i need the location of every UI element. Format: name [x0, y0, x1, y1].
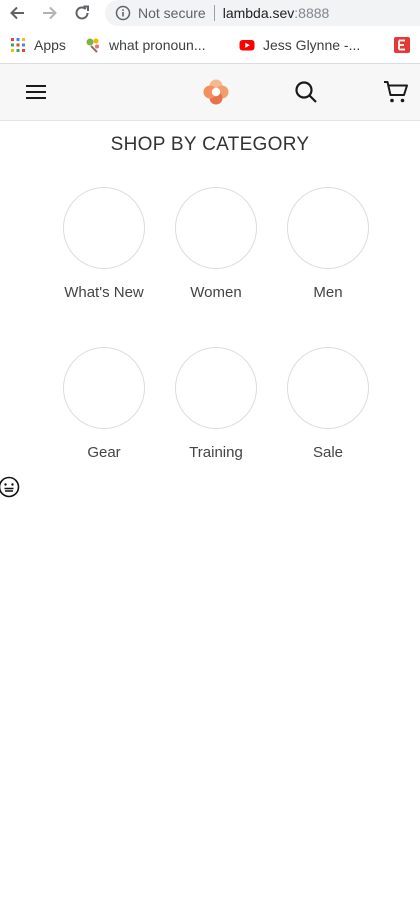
category-women[interactable]: Women: [160, 187, 272, 301]
category-image: [63, 347, 145, 429]
category-image: [175, 347, 257, 429]
category-image: [63, 187, 145, 269]
cart-icon: [384, 81, 408, 103]
back-arrow-icon: [10, 6, 24, 20]
category-image: [287, 187, 369, 269]
category-image: [175, 187, 257, 269]
category-gear[interactable]: Gear: [48, 347, 160, 461]
bookmark-jess-glynne[interactable]: Jess Glynne -...: [239, 35, 360, 55]
brand-logo[interactable]: [198, 76, 234, 108]
forward-arrow-icon: [43, 6, 57, 20]
category-label: Training: [189, 444, 243, 461]
reload-button[interactable]: [71, 2, 93, 24]
red-e-icon: [394, 37, 410, 53]
bookmark-label: Apps: [34, 37, 66, 53]
back-button[interactable]: [6, 2, 28, 24]
url-host-text: lambda.sev: [222, 5, 295, 21]
menu-button[interactable]: [20, 78, 52, 106]
category-label: Sale: [312, 444, 344, 461]
browser-chrome: Not secure lambda.sev:8888 Apps what pr…: [0, 0, 420, 64]
youtube-icon: [239, 37, 255, 53]
info-icon: [115, 5, 131, 21]
bookmark-label: Jess Glynne -...: [263, 37, 361, 53]
wand-icon: [85, 37, 101, 53]
security-status-text: Not secure: [138, 5, 206, 21]
smiley-face-icon: [0, 476, 20, 498]
category-label: Gear: [87, 444, 121, 461]
bookmarks-bar: Apps what pronoun... Jess Glynne -...: [0, 26, 420, 64]
cart-button[interactable]: [380, 77, 412, 107]
apps-grid-icon: [10, 37, 26, 53]
brand-logo-icon: [203, 79, 229, 105]
forward-button[interactable]: [39, 2, 61, 24]
category-label: Women: [190, 284, 242, 301]
address-bar[interactable]: Not secure lambda.sev:8888: [105, 0, 420, 26]
category-sale[interactable]: Sale: [272, 347, 384, 461]
bookmark-what-pronoun[interactable]: what pronoun...: [85, 35, 206, 55]
feedback-button[interactable]: [0, 476, 20, 498]
category-men[interactable]: Men: [272, 187, 384, 301]
category-label: What's New: [64, 284, 144, 301]
reload-icon: [75, 5, 89, 20]
address-divider: [213, 5, 215, 21]
site-header: [0, 64, 420, 121]
search-icon: [295, 81, 317, 103]
category-training[interactable]: Training: [160, 347, 272, 461]
url-port-text: :8888: [294, 5, 330, 21]
category-image: [287, 347, 369, 429]
category-whats-new[interactable]: What's New: [48, 187, 160, 301]
bookmark-red-e[interactable]: [394, 35, 418, 55]
category-label: Men: [313, 284, 343, 301]
hamburger-icon: [26, 85, 46, 99]
bookmark-label: what pronoun...: [109, 37, 206, 53]
section-heading: SHOP BY CATEGORY: [110, 134, 310, 155]
search-button[interactable]: [290, 77, 322, 107]
bookmark-apps[interactable]: Apps: [10, 35, 66, 55]
browser-toolbar: Not secure lambda.sev:8888: [0, 0, 420, 26]
